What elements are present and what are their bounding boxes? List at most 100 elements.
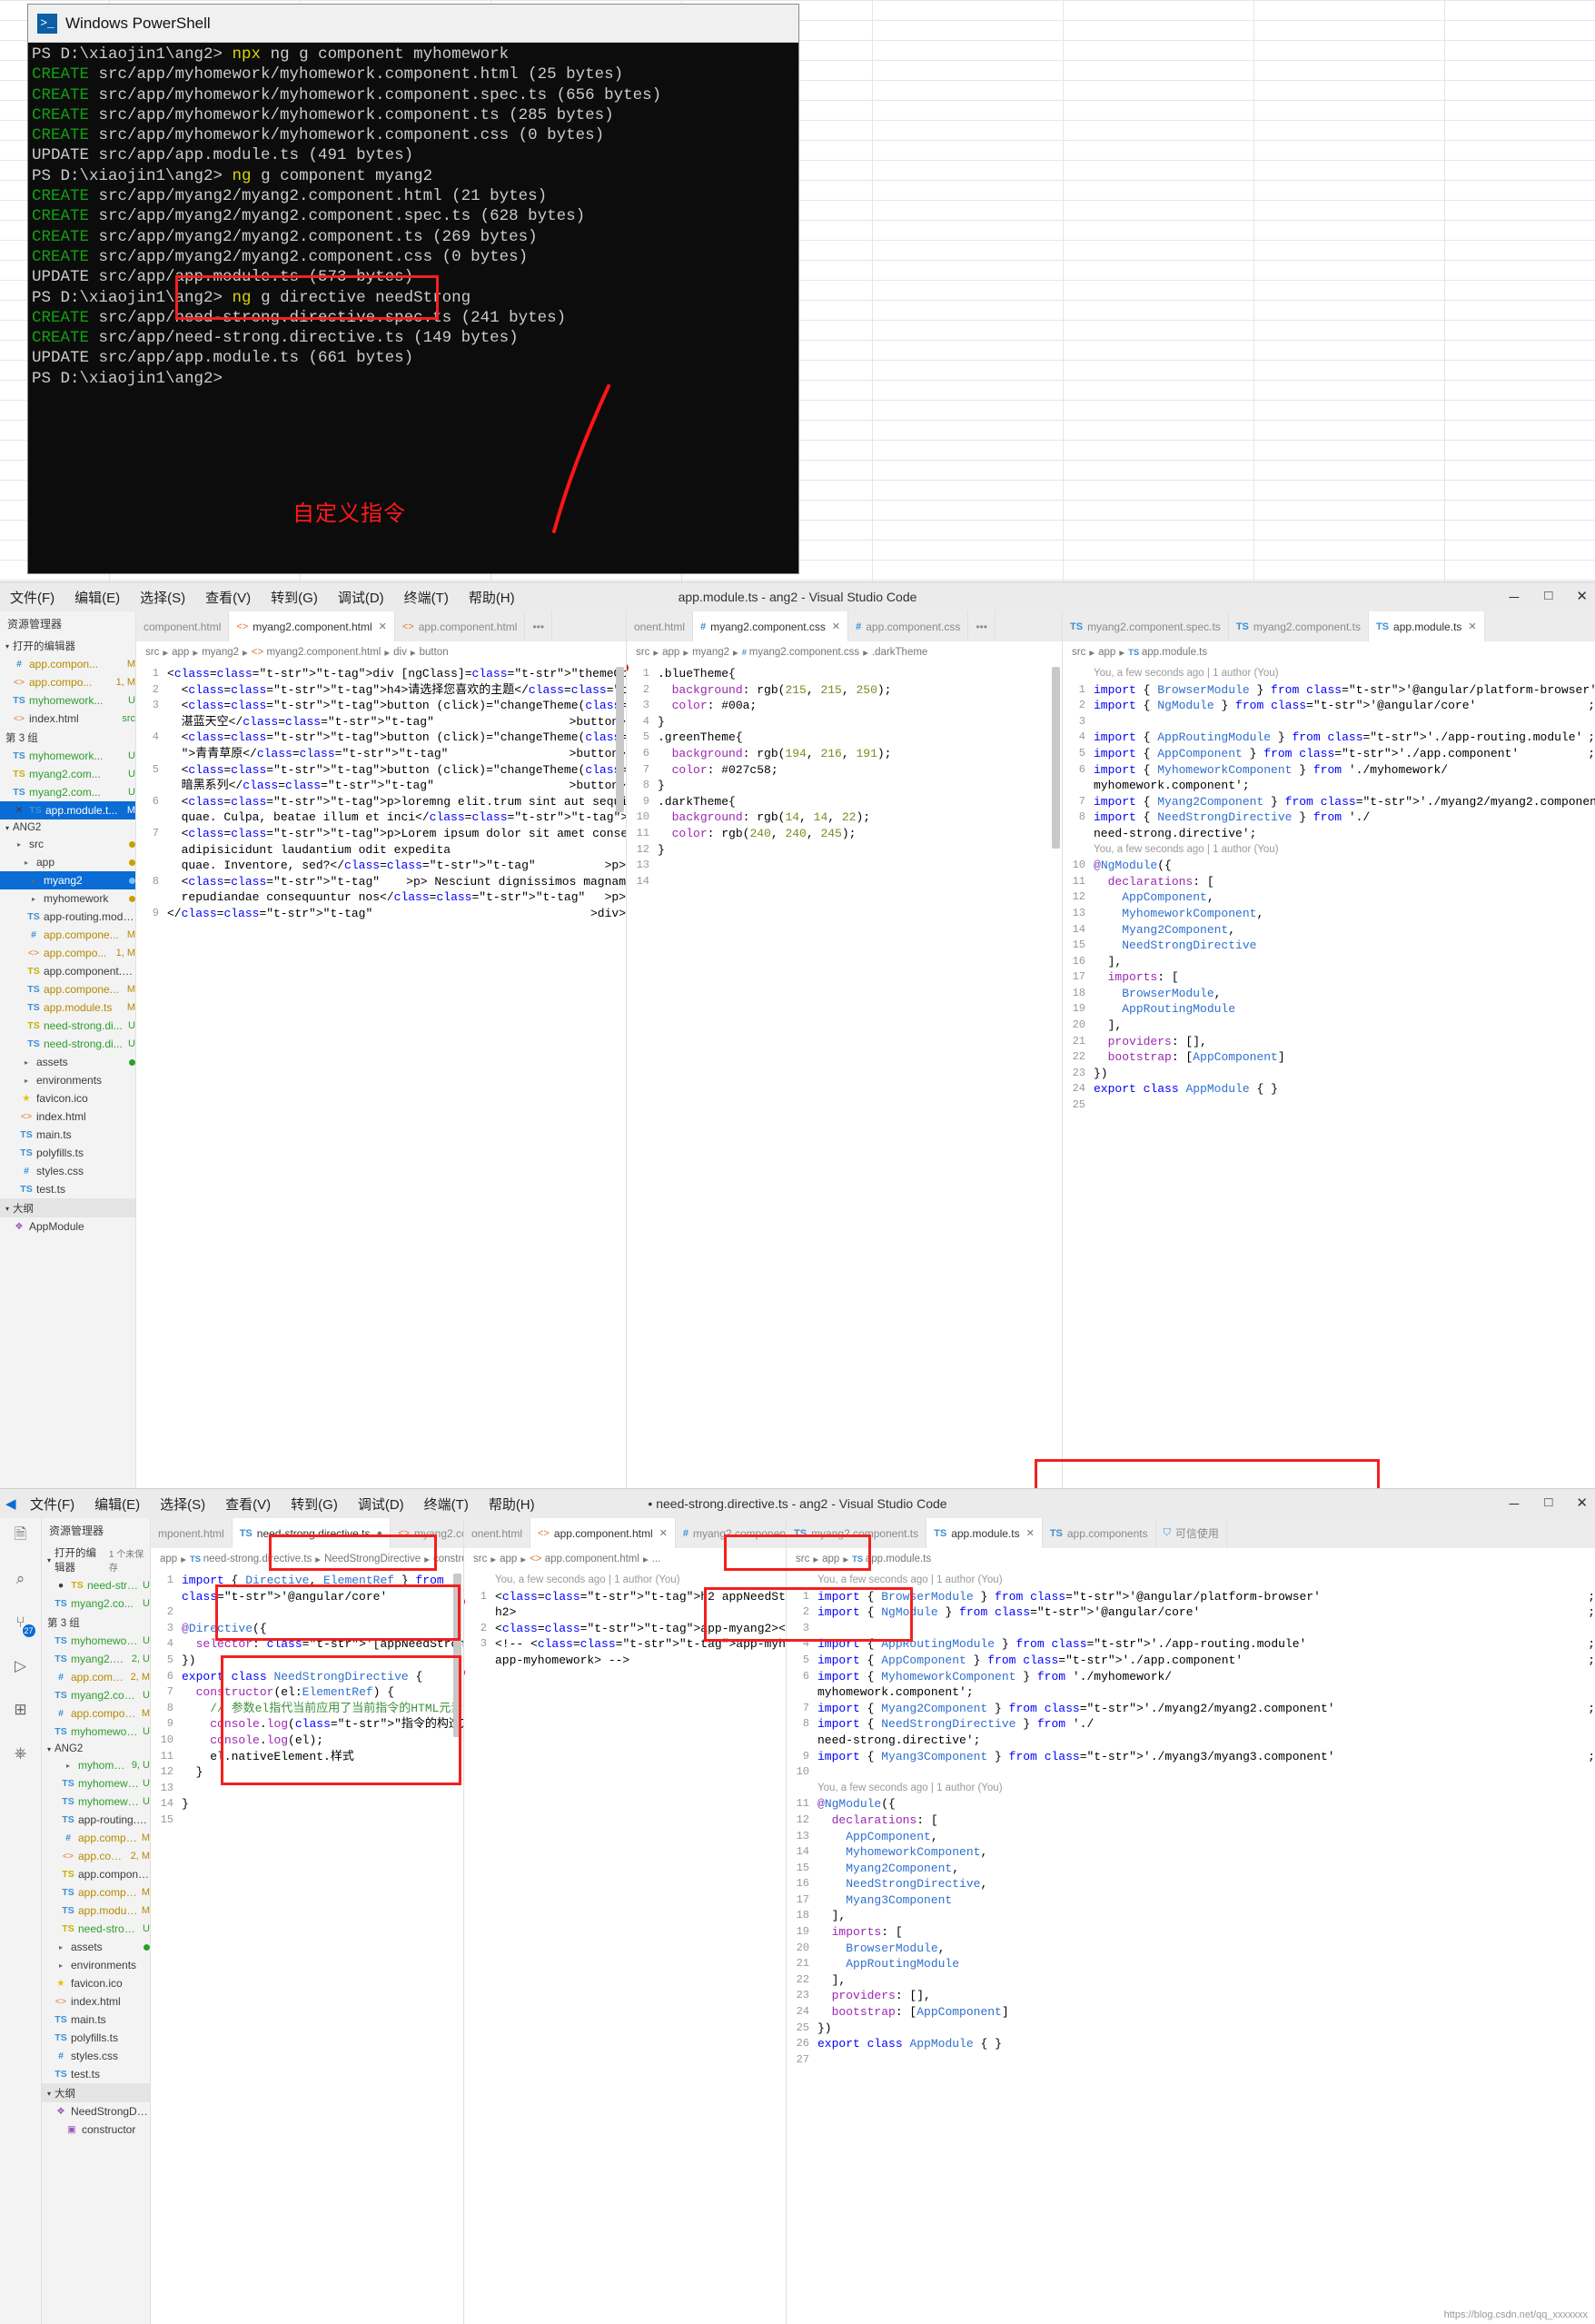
breadcrumb-item[interactable]: myang2	[202, 647, 239, 658]
close-icon[interactable]: ✕	[13, 805, 25, 816]
code-line[interactable]: 24 export class AppModule { }	[1063, 1081, 1595, 1097]
breadcrumb-item[interactable]: TS app.module.ts	[852, 1554, 931, 1564]
editor-tab[interactable]: •••	[525, 611, 553, 641]
file-item[interactable]: TSapp.compone...M	[42, 1883, 150, 1902]
code-line[interactable]: 13 MyhomeworkComponent,	[1063, 906, 1595, 922]
code-line[interactable]: 18 ],	[787, 1908, 1595, 1924]
code-line[interactable]: 4 import { AppRoutingModule } from class=…	[1063, 730, 1595, 746]
breadcrumb-item[interactable]: myang2	[692, 647, 729, 658]
editor-tab[interactable]: TS myang2.component.ts	[787, 1518, 927, 1548]
code-line[interactable]: 2 <class=class="t-str">"t-tag" >h4>请选择您喜欢…	[136, 682, 626, 699]
code-line[interactable]: 6 background: rgb(194, 216, 191);	[627, 746, 1062, 762]
code-line[interactable]: class="t-str">'@angular/core';	[151, 1589, 463, 1605]
outline-item-constructor[interactable]: ▣ constructor	[42, 2120, 150, 2139]
file-item[interactable]: TS app.component.sp...	[0, 962, 135, 980]
file-item[interactable]: # styles.css	[0, 1162, 135, 1180]
code-line[interactable]: 12}	[627, 842, 1062, 859]
code-line[interactable]: 26 export class AppModule { }	[787, 2036, 1595, 2052]
file-item[interactable]: TS test.ts	[42, 2065, 150, 2083]
file-item[interactable]: ▸ src	[0, 835, 135, 853]
code-line[interactable]: 9 .darkTheme{	[627, 794, 1062, 810]
code-line[interactable]: 湛蓝天空</class=class="t-str">"t-tag" >button…	[136, 714, 626, 730]
code-line[interactable]: 暗黑系列</class=class="t-str">"t-tag" >button…	[136, 778, 626, 794]
file-item[interactable]: TSapp.compone...M	[0, 980, 135, 998]
code-line[interactable]: 8 import { NeedStrongDirective } from './	[787, 1716, 1595, 1733]
file-item[interactable]: # styles.css	[42, 2047, 150, 2065]
breadcrumb-item[interactable]: src	[473, 1554, 487, 1564]
code-line[interactable]: ">青青草原</class=class="t-str">"t-tag" >butt…	[136, 746, 626, 762]
project-header[interactable]: ▾ ANG2	[42, 1741, 150, 1756]
code-line[interactable]: 16 ],	[1063, 954, 1595, 970]
close-icon[interactable]: ✕	[832, 621, 840, 632]
pane3-breadcrumb[interactable]: src ▸ app ▸ TS app.module.ts	[787, 1548, 1595, 1570]
source-control-icon[interactable]: ⑂ 27	[9, 1611, 35, 1637]
activity-bar[interactable]: 🗎 ⌕ ⑂ 27 ▷ ⊞ ⎈	[0, 1518, 42, 2324]
code-line[interactable]: 21 AppRoutingModule	[787, 1956, 1595, 1972]
extensions-icon[interactable]: ⊞	[9, 1698, 33, 1722]
code-line[interactable]: 3 color: #00a;	[627, 698, 1062, 714]
breadcrumb-item[interactable]: app	[160, 1554, 177, 1564]
pane1-editor[interactable]: 1 import { Directive, ElementRef } from cl…	[151, 1570, 463, 2324]
code-line[interactable]: 12 }	[151, 1764, 463, 1781]
file-item[interactable]: #app.compone...M	[42, 1829, 150, 1847]
pane2-breadcrumb[interactable]: src ▸ app ▸ myang2 ▸ # myang2.component.css ▸ .d…	[627, 641, 1062, 663]
file-item[interactable]: TS myhomewor... U	[42, 1774, 150, 1793]
file-item[interactable]: TS need-strong.di... U	[0, 1017, 135, 1035]
menu-help[interactable]: 帮助(H)	[459, 588, 525, 607]
code-line[interactable]: 5})	[151, 1653, 463, 1669]
code-line[interactable]: 1 .blueTheme{	[627, 666, 1062, 682]
code-line[interactable]: quae. Culpa, beatae illum et inci</class…	[136, 809, 626, 826]
code-line[interactable]: 3	[1063, 714, 1595, 730]
file-item[interactable]: ▸ myang2	[0, 871, 135, 889]
menu-terminal[interactable]: 终端(T)	[414, 1495, 479, 1514]
breadcrumb-item[interactable]: src	[1072, 647, 1085, 658]
file-tree[interactable]: ▸ src ▸ app ▸ myang2 ▸ myhomework TS app-routing.…	[0, 835, 135, 1198]
menu-view[interactable]: 查看(V)	[215, 1495, 281, 1514]
minimize-button[interactable]: －	[1507, 1495, 1521, 1514]
breadcrumb-item[interactable]: app	[500, 1554, 517, 1564]
code-line[interactable]: repudiandae consequuntur nos</class=clas…	[136, 889, 626, 906]
file-item[interactable]: TS app.component.sp...	[42, 1865, 150, 1883]
breadcrumb-item[interactable]: <> myang2.component.html	[252, 647, 381, 658]
code-line[interactable]: 19 imports: [	[787, 1924, 1595, 1941]
editor-tab[interactable]: <> app.component.html	[394, 611, 526, 641]
code-line[interactable]: 8 <class=class="t-str">"t-tag" >p> Nesciu…	[136, 874, 626, 890]
file-item[interactable]: TS app.module.ts M	[0, 998, 135, 1017]
file-item[interactable]: TS myang2.com... U	[0, 765, 135, 783]
menu-edit[interactable]: 编辑(E)	[84, 1495, 150, 1514]
close-icon[interactable]: ✕	[379, 621, 387, 632]
editor-tab[interactable]: TS need-strong.directive.ts ●	[232, 1518, 391, 1548]
code-line[interactable]: need-strong.directive';	[787, 1733, 1595, 1749]
file-item[interactable]: <> app.compo... 1, M	[0, 673, 135, 691]
breadcrumb-item[interactable]: app	[822, 1554, 839, 1564]
code-line[interactable]: 11 declarations: [	[1063, 874, 1595, 890]
code-line[interactable]: 11 @NgModule({	[787, 1796, 1595, 1813]
editor-tab[interactable]: # app.component.css	[848, 611, 969, 641]
code-line[interactable]: 16 NeedStrongDirective,	[787, 1876, 1595, 1892]
maximize-button[interactable]: □	[1544, 1495, 1552, 1514]
file-item[interactable]: <> index.html	[0, 1107, 135, 1126]
file-item[interactable]: TS myang2.co... U	[42, 1594, 150, 1613]
open-editors-header[interactable]: ▾ 打开的编辑器	[0, 636, 135, 655]
pane1-scrollbar[interactable]	[616, 667, 624, 812]
search-icon[interactable]: ⌕	[9, 1567, 33, 1591]
pane3-tabbar[interactable]: TS myang2.component.spec.ts TS myang2.compo…	[1063, 611, 1595, 641]
code-line[interactable]: 7 import { Myang2Component } from class="…	[1063, 794, 1595, 810]
close-icon[interactable]: ✕	[1026, 1527, 1035, 1539]
pane1-tabbar[interactable]: component.html <> myang2.component.html ✕ <>…	[136, 611, 626, 641]
menu-goto[interactable]: 转到(G)	[261, 588, 328, 607]
editor-tab[interactable]: mponent.html	[151, 1518, 233, 1548]
code-line[interactable]: 14}	[151, 1796, 463, 1813]
code-line[interactable]: 1 <class=class="t-str">"t-tag" >h2 appNeed…	[464, 1589, 786, 1605]
pane3-breadcrumb[interactable]: src ▸ app ▸ TS app.module.ts	[1063, 641, 1595, 663]
explorer-icon[interactable]: 🗎	[9, 1524, 33, 1547]
code-line[interactable]: 8}	[627, 778, 1062, 794]
breadcrumb-item[interactable]: ...	[652, 1554, 661, 1564]
breadcrumb-item[interactable]: button	[420, 647, 449, 658]
outline-item-directive[interactable]: ❖ NeedStrongDirective	[42, 2102, 150, 2120]
code-line[interactable]: 21 providers: [],	[1063, 1034, 1595, 1050]
breadcrumb-item[interactable]: TS app.module.ts	[1128, 647, 1207, 658]
file-item[interactable]: #app.compone...M	[0, 926, 135, 944]
code-line[interactable]: 2 <class=class="t-str">"t-tag" >app-myang2…	[464, 1621, 786, 1637]
code-line[interactable]: 5 import { AppComponent } from class="t-s…	[787, 1653, 1595, 1669]
